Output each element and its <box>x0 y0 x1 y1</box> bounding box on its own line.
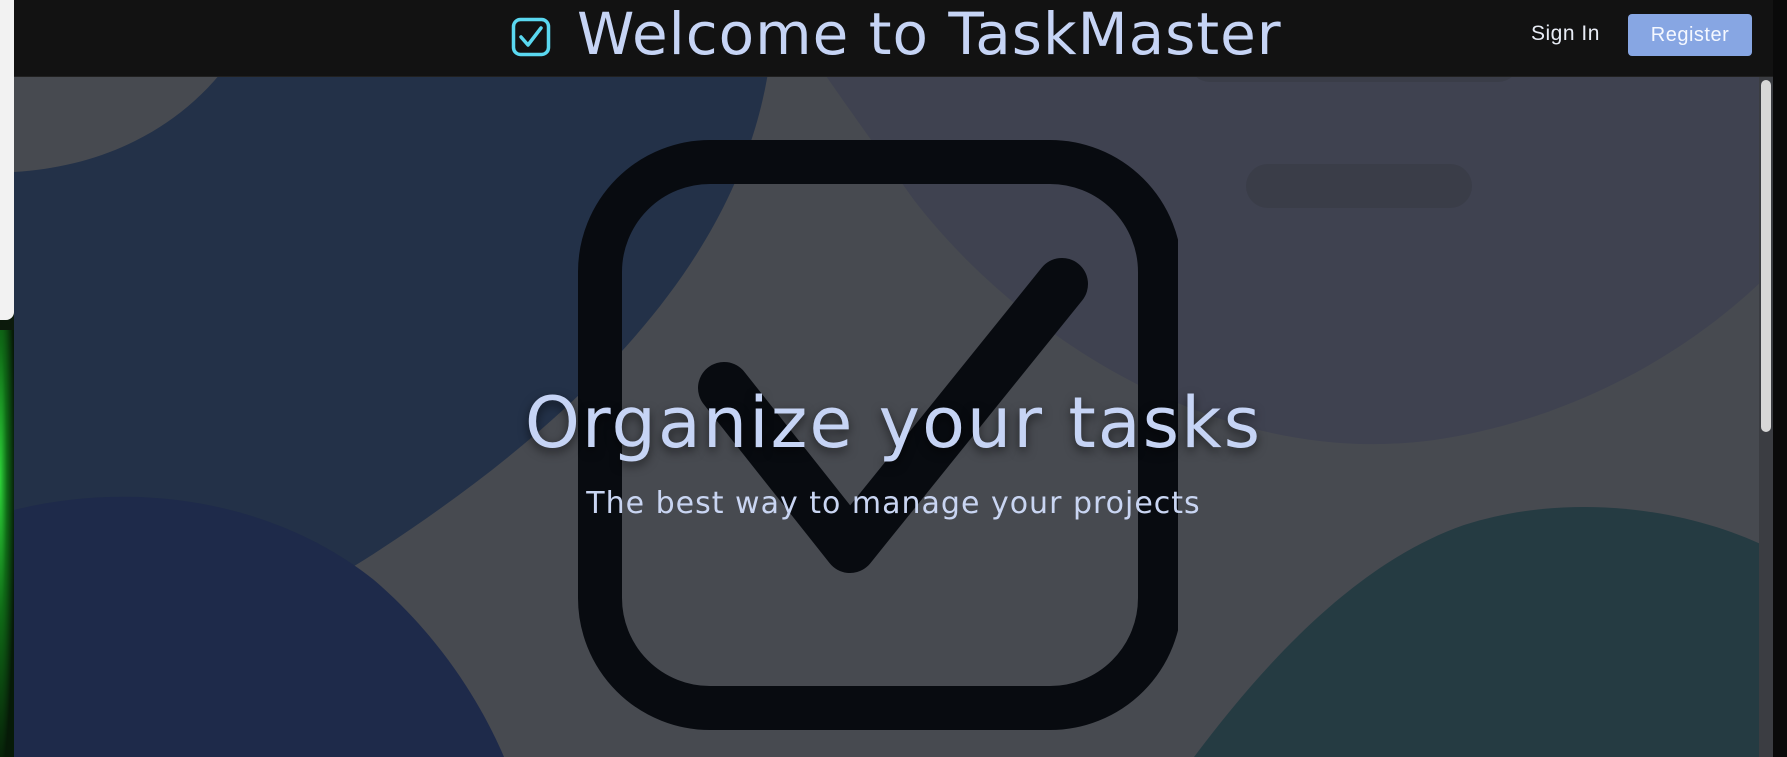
hero-heading: Organize your tasks <box>524 382 1263 464</box>
background-window-edge <box>0 0 14 320</box>
desktop-background <box>0 0 14 757</box>
hero-section: Organize your tasks The best way to mana… <box>14 0 1773 757</box>
hero-subheading: The best way to manage your projects <box>586 486 1201 521</box>
top-navbar: Welcome to TaskMaster Sign In Register <box>14 0 1773 77</box>
desktop-wallpaper <box>0 330 14 757</box>
scrollbar[interactable] <box>1759 76 1773 757</box>
scrollbar-thumb[interactable] <box>1761 80 1771 432</box>
page: Organize your tasks The best way to mana… <box>14 0 1773 757</box>
register-button[interactable]: Register <box>1628 14 1752 56</box>
checkbox-icon <box>511 17 551 57</box>
brand[interactable]: Welcome to TaskMaster <box>511 0 1282 68</box>
page-title: Welcome to TaskMaster <box>577 0 1282 68</box>
sign-in-link[interactable]: Sign In <box>1531 22 1600 46</box>
